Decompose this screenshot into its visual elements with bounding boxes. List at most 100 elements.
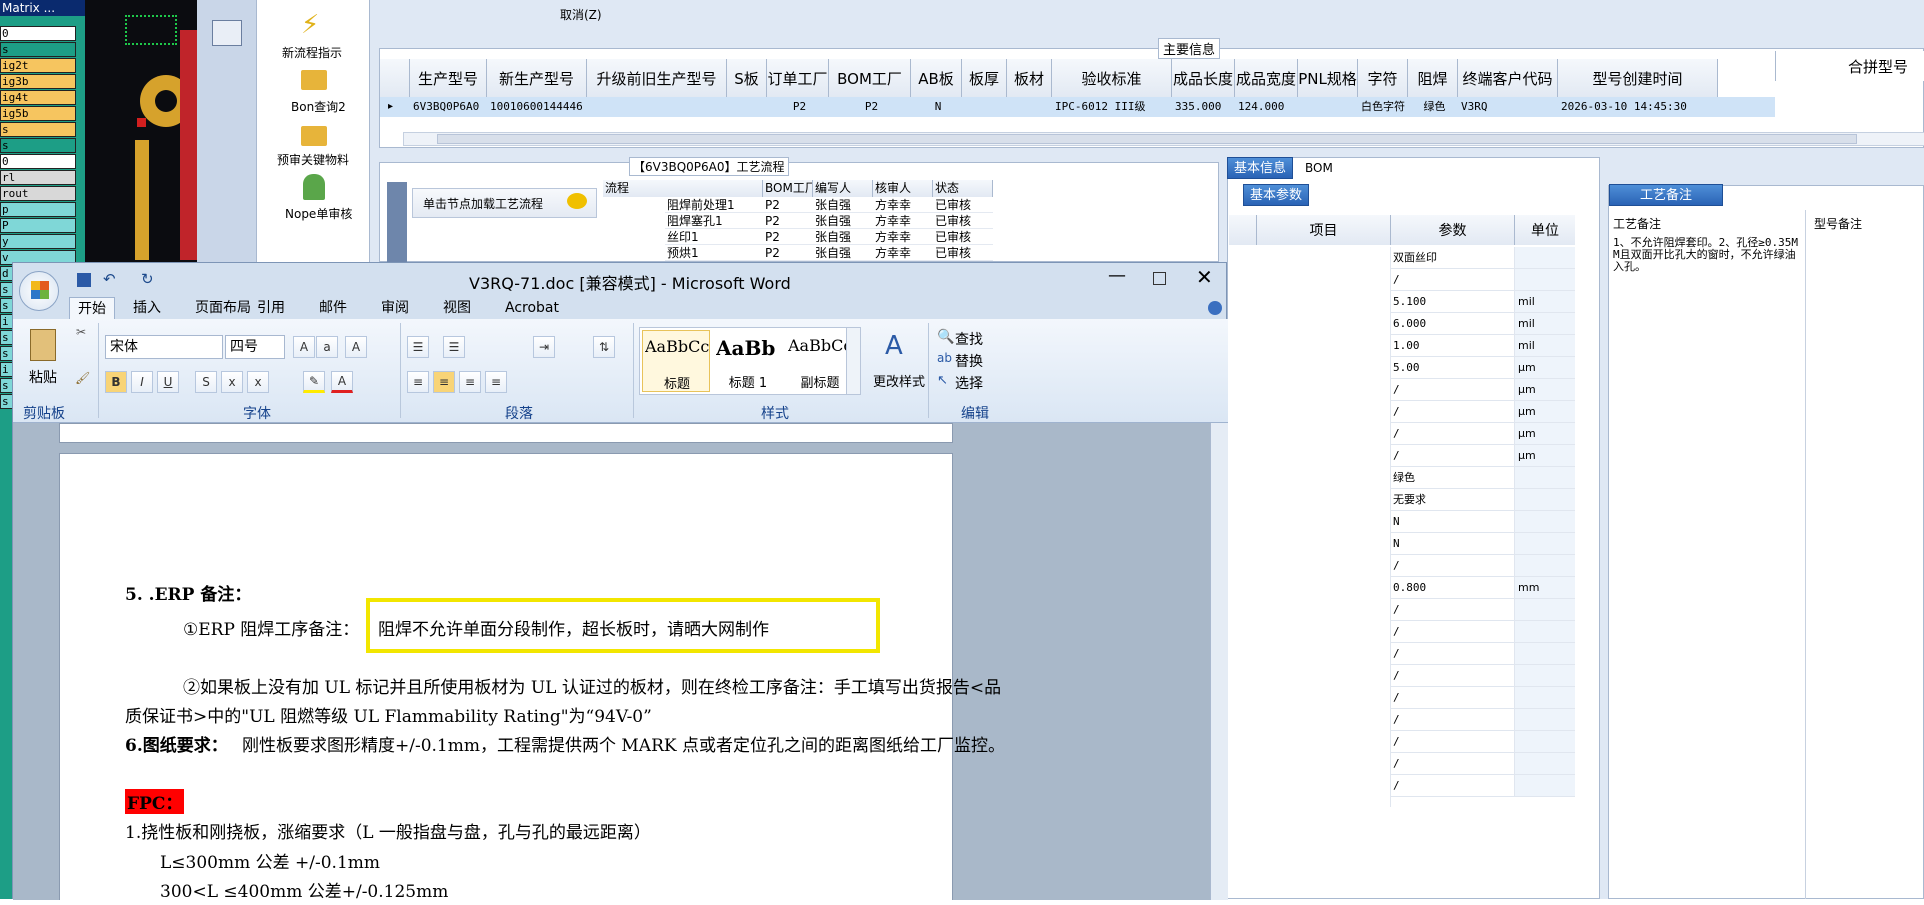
style-item[interactable]: AaBbCc 副标题 [786,330,854,392]
param-value[interactable]: / [1391,269,1515,291]
process-cell[interactable]: 方幸幸 [873,229,933,245]
column-header[interactable]: 阻焊 [1408,59,1458,97]
process-cell[interactable]: 方幸幸 [873,245,933,261]
param-value[interactable]: 0.800 [1391,577,1515,599]
param-value[interactable]: / [1391,379,1515,401]
align-right-icon[interactable]: ≡ [459,371,481,393]
param-value[interactable]: N [1391,533,1515,555]
table-cell[interactable]: 白色字符 [1358,97,1408,117]
process-side-tab[interactable] [387,182,407,262]
user-icon[interactable] [303,174,325,200]
param-value[interactable]: / [1391,687,1515,709]
ribbon-tab[interactable]: Acrobat [497,297,567,319]
param-value[interactable]: 6.000 [1391,313,1515,335]
process-column-header[interactable]: 编写人 [813,180,873,197]
table-cell[interactable]: N [911,97,962,117]
ruler-vertical[interactable] [1210,423,1228,900]
layer-item[interactable]: s [0,138,76,153]
process-cell[interactable]: 已审核 [933,213,993,229]
layer-item[interactable]: p [0,202,76,217]
tab-basic-params[interactable]: 基本参数 [1243,184,1310,206]
process-column-header[interactable]: 流程 [603,180,763,197]
param-value[interactable]: 绿色 [1391,467,1515,489]
indent-icon[interactable]: ⇥ [533,336,555,358]
layer-item[interactable]: ig3b [0,74,76,89]
process-cell[interactable]: 张自强 [813,213,873,229]
paste-button[interactable]: 粘贴 [29,367,57,387]
qa-redo-icon[interactable]: ↻ [141,270,154,288]
process-cell[interactable]: 已审核 [933,229,993,245]
scrollbar-thumb[interactable] [437,134,1857,144]
align-center-icon[interactable]: ≡ [433,371,455,393]
layer-item[interactable]: s [0,42,76,57]
font-size-select[interactable]: 四号 [225,335,285,359]
process-column-header[interactable]: BOM工厂 [763,180,813,197]
change-styles-icon[interactable]: A [885,331,903,361]
layer-item[interactable]: P [0,218,76,233]
param-value[interactable]: / [1391,709,1515,731]
strikethrough-icon[interactable]: S [195,371,217,393]
column-header[interactable]: BOM工厂 [829,59,911,97]
param-value[interactable]: / [1391,621,1515,643]
param-value[interactable]: / [1391,665,1515,687]
tab-craft-notes[interactable]: 工艺备注 [1609,184,1724,206]
param-value[interactable]: / [1391,731,1515,753]
column-header[interactable]: 新生产型号 [487,59,587,97]
column-header[interactable]: 板材 [1007,59,1052,97]
cancel-button[interactable]: 取消(Z) [560,6,602,23]
grow-font-icon[interactable]: A [293,336,315,358]
bon-query-link[interactable]: Bon查询2 [291,98,346,115]
ribbon-tab[interactable]: 审阅 [373,297,417,319]
column-header[interactable]: 成品宽度 [1235,59,1298,97]
process-cell[interactable]: 已审核 [933,197,993,213]
column-header[interactable]: S板 [727,59,767,97]
table-cell[interactable] [1007,97,1052,117]
layer-item[interactable]: ig2t [0,58,76,73]
tab-basic-info[interactable]: 基本信息 [1227,157,1294,179]
clear-format-icon[interactable]: A [345,336,367,358]
table-row[interactable]: ▸ 6V3BQ0P6A0 10010600144446 P2 P2 N IPC-6012 I… [380,97,1775,117]
table-cell[interactable]: 2026-03-10 14:45:30 [1558,97,1718,117]
cut-icon[interactable]: ✂ [76,325,86,339]
column-header[interactable]: PNL规格 [1298,59,1358,97]
process-cell[interactable]: 张自强 [813,245,873,261]
process-cell[interactable]: 阻焊塞孔1 [665,213,763,229]
qa-undo-icon[interactable]: ↶ [103,270,116,288]
table-cell[interactable]: 绿色 [1408,97,1458,117]
param-value[interactable]: 双面丝印 [1391,247,1515,269]
style-gallery[interactable]: AaBbCc 标题 AaBb 标题 1 AaBbCc 副标题 [639,327,861,395]
process-cell[interactable]: 已审核 [933,245,993,261]
close-button[interactable]: ✕ [1196,265,1213,289]
table-cell[interactable]: 124.000 [1235,97,1298,117]
ribbon-tab[interactable]: 开始 [69,297,115,319]
process-cell[interactable]: 张自强 [813,229,873,245]
layer-item[interactable]: rout [0,186,76,201]
process-cell[interactable]: 阻焊前处理1 [665,197,763,213]
column-header[interactable]: 字符 [1358,59,1408,97]
replace-button[interactable]: 替换 [955,351,983,371]
layer-item[interactable]: ig5b [0,106,76,121]
pre-review-link[interactable]: 预审关键物料 [277,151,349,168]
maximize-button[interactable] [1153,272,1166,285]
param-value[interactable]: 5.100 [1391,291,1515,313]
param-value[interactable]: N [1391,511,1515,533]
param-value[interactable]: 5.00 [1391,357,1515,379]
param-value[interactable]: 1.00 [1391,335,1515,357]
layer-item[interactable]: y [0,234,76,249]
param-value[interactable]: / [1391,445,1515,467]
column-header[interactable]: 生产型号 [410,59,487,97]
column-header[interactable]: AB板 [911,59,962,97]
gallery-scroll[interactable] [846,328,860,394]
superscript-icon[interactable]: x [247,371,269,393]
table-cell[interactable] [962,97,1007,117]
table-cell[interactable]: P2 [829,97,911,117]
column-header[interactable]: 板厚 [962,59,1007,97]
font-name-select[interactable]: 宋体 [105,335,223,359]
shrink-font-icon[interactable]: a [316,336,338,358]
cad-view[interactable] [85,0,197,262]
table-cell[interactable]: 10010600144446 [487,97,587,117]
bold-button[interactable]: B [105,371,127,393]
column-header[interactable]: 终端客户代码 [1458,59,1558,97]
param-value[interactable]: 无要求 [1391,489,1515,511]
process-cell[interactable]: 预烘1 [665,245,763,261]
